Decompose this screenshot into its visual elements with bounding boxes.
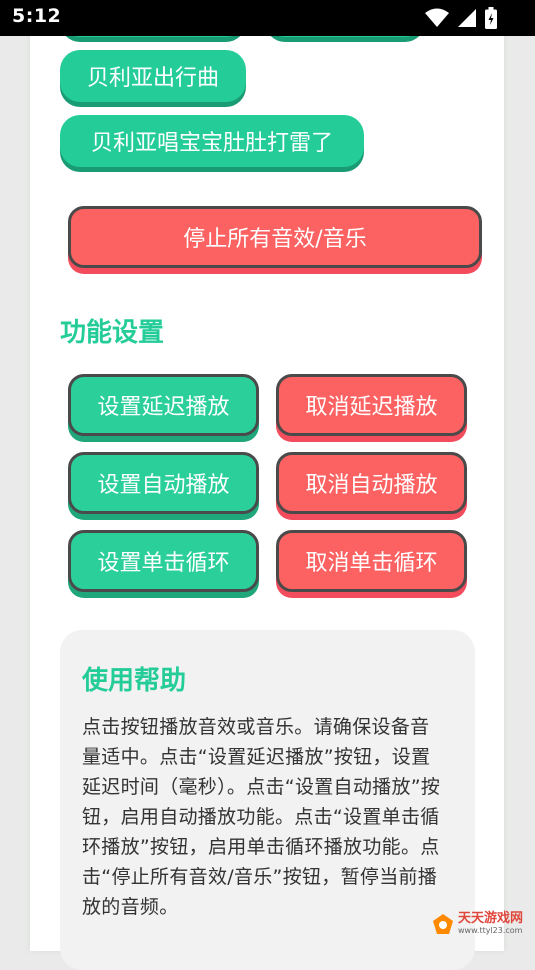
- sound-button-beria-thunder[interactable]: 贝利亚唱宝宝肚肚打雷了: [60, 115, 364, 167]
- button-label: 设置延迟播放: [97, 395, 230, 420]
- status-icons: [425, 7, 497, 29]
- cancel-delay-button[interactable]: 取消延迟播放: [276, 374, 467, 436]
- watermark-name: 天天游戏网: [458, 911, 524, 926]
- wifi-icon: [425, 8, 449, 27]
- signal-icon: [458, 9, 476, 27]
- status-bar: 5:12: [0, 0, 535, 36]
- help-panel: 使用帮助 点击按钮播放音效或音乐。请确保设备音量适中。点击“设置延迟播放”按钮，…: [60, 630, 475, 970]
- cancel-autoplay-button[interactable]: 取消自动播放: [276, 452, 467, 514]
- cancel-loop-button[interactable]: 取消单击循环: [276, 530, 467, 592]
- button-label: 设置单击循环: [97, 551, 230, 576]
- watermark: 天天游戏网 www.ttyl23.com: [432, 912, 523, 935]
- help-text: 点击按钮播放音效或音乐。请确保设备音量适中。点击“设置延迟播放”按钮，设置延迟时…: [82, 716, 441, 918]
- set-delay-button[interactable]: 设置延迟播放: [68, 374, 259, 436]
- stop-all-label: 停止所有音效/音乐: [183, 227, 367, 252]
- set-loop-button[interactable]: 设置单击循环: [68, 530, 259, 592]
- battery-icon: [485, 7, 497, 29]
- sound-button-beria-march[interactable]: 贝利亚出行曲: [60, 50, 246, 102]
- help-title: 使用帮助: [82, 666, 187, 696]
- button-label: 取消自动播放: [305, 473, 438, 498]
- button-label: 设置自动播放: [97, 473, 230, 498]
- stop-all-button[interactable]: 停止所有音效/音乐: [68, 206, 482, 268]
- settings-title: 功能设置: [60, 318, 165, 348]
- watermark-url: www.ttyl23.com: [458, 926, 523, 935]
- watermark-logo-icon: [433, 913, 453, 934]
- button-label: 取消延迟播放: [305, 395, 438, 420]
- set-autoplay-button[interactable]: 设置自动播放: [68, 452, 259, 514]
- status-time: 5:12: [12, 5, 62, 27]
- sound-button-label: 贝利亚出行曲: [86, 66, 219, 91]
- watermark-text-group: 天天游戏网 www.ttyl23.com: [458, 911, 524, 936]
- sound-button-label: 贝利亚唱宝宝肚肚打雷了: [90, 131, 333, 156]
- button-label: 取消单击循环: [305, 551, 438, 576]
